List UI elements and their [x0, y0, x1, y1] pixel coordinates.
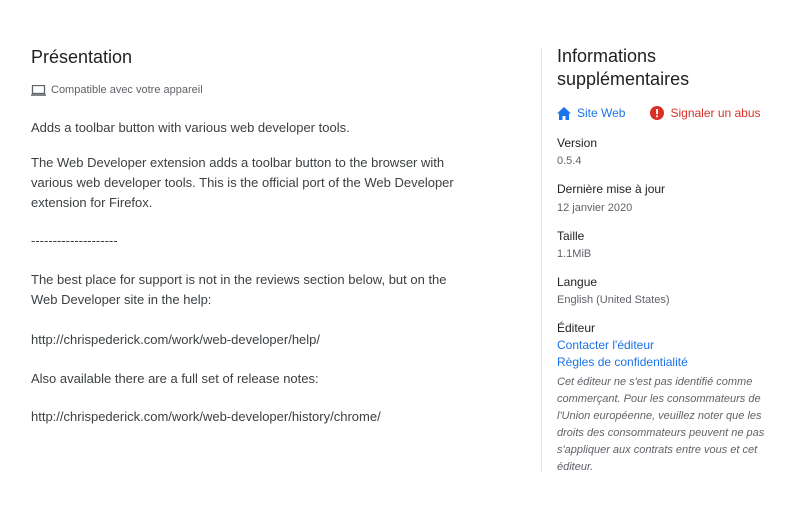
separator-text: -------------------- [31, 233, 118, 248]
publisher-label: Éditeur [557, 321, 596, 335]
size-value: 1.1MiB [557, 248, 592, 260]
report-abuse-link[interactable]: Signaler un abus [650, 106, 761, 120]
version-label: Version [557, 136, 598, 150]
additional-info-title: Informations supplémentaires [557, 46, 690, 89]
info-links: Site Web Signaler un abus [557, 106, 761, 120]
size-label: Taille [557, 229, 585, 243]
website-link-label: Site Web [577, 106, 626, 120]
laptop-icon [31, 84, 46, 96]
home-icon [557, 106, 571, 120]
release-notes-text: Also available there are a full set of r… [31, 371, 319, 386]
updated-label: Dernière mise à jour [557, 182, 666, 196]
overview-title: Présentation [31, 47, 133, 67]
help-url: http://chrispederick.com/work/web-develo… [31, 332, 321, 347]
updated-value: 12 janvier 2020 [557, 202, 633, 214]
website-link[interactable]: Site Web [557, 106, 625, 120]
support-text: The best place for support is not in the… [31, 272, 447, 307]
version-value: 0.5.4 [557, 155, 582, 167]
language-value: English (United States) [557, 294, 670, 306]
contact-publisher-link[interactable]: Contacter l'éditeur [557, 338, 654, 352]
history-url: http://chrispederick.com/work/web-develo… [31, 409, 381, 424]
language-label: Langue [557, 275, 598, 289]
report-abuse-label: Signaler un abus [670, 106, 761, 120]
column-divider [541, 48, 542, 473]
trader-status-note: Cet éditeur ne s'est pas identifié comme… [557, 376, 765, 473]
short-description: Adds a toolbar button with various web d… [31, 120, 350, 135]
long-description: The Web Developer extension adds a toolb… [31, 155, 454, 210]
privacy-policy-link[interactable]: Règles de confidentialité [557, 355, 688, 369]
compatibility-text: Compatible avec votre appareil [51, 84, 203, 96]
alert-icon [650, 106, 665, 120]
compatibility-note: Compatible avec votre appareil [31, 84, 203, 96]
